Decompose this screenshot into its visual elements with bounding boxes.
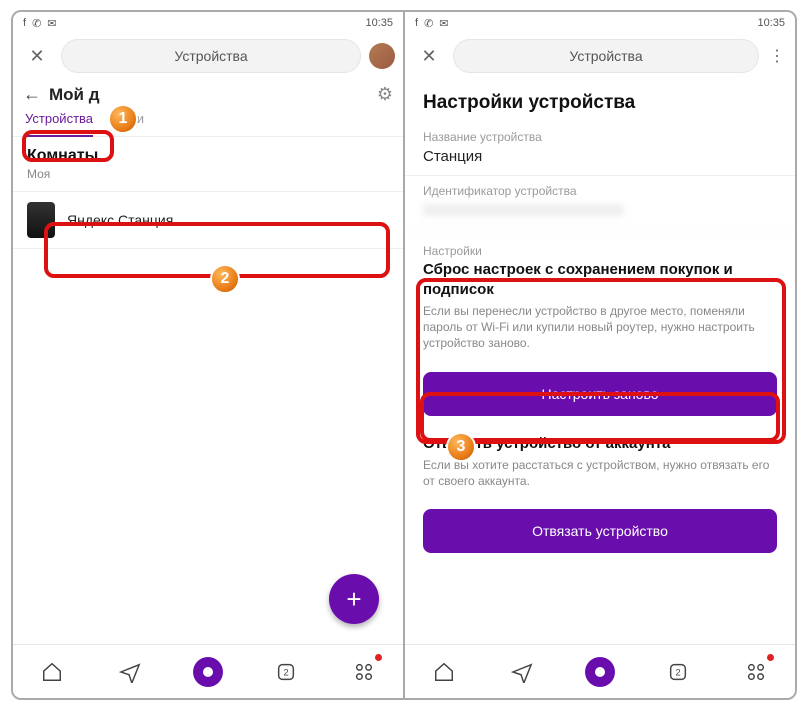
page-header: ← Мой д ⚙ bbox=[13, 78, 403, 111]
nav-alice-icon[interactable] bbox=[193, 657, 223, 687]
configure-again-button[interactable]: Настроить заново bbox=[423, 372, 777, 416]
search-field[interactable]: Устройства bbox=[453, 39, 759, 73]
tab-devices[interactable]: Устройства bbox=[25, 111, 93, 136]
right-screen: f ✆ ✉ 10:35 ✕ Устройства ⋮ Настройки уст… bbox=[405, 12, 795, 698]
reset-title: Сброс настроек с сохранением покупок и п… bbox=[423, 260, 777, 299]
status-bar: f ✆ ✉ 10:35 bbox=[13, 12, 403, 34]
status-bar: f ✆ ✉ 10:35 bbox=[405, 12, 795, 34]
clock: 10:35 bbox=[757, 17, 785, 29]
nav-send-icon[interactable] bbox=[507, 657, 537, 687]
top-bar: ✕ Устройства ⋮ bbox=[405, 34, 795, 78]
close-icon[interactable]: ✕ bbox=[413, 46, 445, 67]
settings-section-label: Настройки bbox=[405, 230, 795, 260]
unlink-section: Отвязать устройство от аккаунта Если вы … bbox=[405, 422, 795, 506]
rooms-heading: Комнаты bbox=[13, 137, 403, 167]
speaker-icon bbox=[27, 202, 55, 238]
nav-tabs-icon[interactable]: 2 bbox=[663, 657, 693, 687]
nav-send-icon[interactable] bbox=[115, 657, 145, 687]
nav-home-icon[interactable] bbox=[429, 657, 459, 687]
gear-icon[interactable]: ⚙ bbox=[377, 84, 393, 105]
add-button[interactable]: + bbox=[329, 574, 379, 624]
search-field[interactable]: Устройства bbox=[61, 39, 361, 73]
facebook-icon: f bbox=[23, 17, 26, 29]
whatsapp-icon: ✆ bbox=[32, 17, 41, 30]
mail-icon: ✉ bbox=[439, 17, 448, 30]
device-label: Яндекс Станция bbox=[67, 212, 173, 228]
device-row-yandex-station[interactable]: Яндекс Станция bbox=[13, 191, 403, 249]
bottom-nav: 2 bbox=[13, 644, 403, 698]
search-title: Устройства bbox=[569, 48, 642, 64]
nav-apps-icon[interactable] bbox=[349, 657, 379, 687]
search-title: Устройства bbox=[174, 48, 247, 64]
avatar[interactable] bbox=[369, 43, 395, 69]
device-id-value: XXXXXXXXXXXXXXXXXXXX bbox=[405, 202, 795, 230]
tabs: Устройства арии bbox=[13, 111, 403, 137]
unlink-description: Если вы хотите расстаться с устройством,… bbox=[423, 457, 777, 489]
device-name-value[interactable]: Станция bbox=[405, 148, 795, 176]
whatsapp-icon: ✆ bbox=[424, 17, 433, 30]
nav-alice-icon[interactable] bbox=[585, 657, 615, 687]
unlink-title: Отвязать устройство от аккаунта bbox=[423, 434, 777, 454]
close-icon[interactable]: ✕ bbox=[21, 46, 53, 67]
top-bar: ✕ Устройства bbox=[13, 34, 403, 78]
svg-text:2: 2 bbox=[675, 667, 680, 677]
back-arrow-icon[interactable]: ← bbox=[23, 84, 41, 105]
settings-heading: Настройки устройства bbox=[405, 78, 795, 122]
rooms-subtext: Моя bbox=[13, 167, 403, 191]
left-screen: f ✆ ✉ 10:35 ✕ Устройства ← Мой д ⚙ Устро… bbox=[13, 12, 405, 698]
screenshot-container: f ✆ ✉ 10:35 ✕ Устройства ← Мой д ⚙ Устро… bbox=[11, 10, 797, 700]
device-id-label: Идентификатор устройства bbox=[405, 176, 795, 202]
bottom-nav: 2 bbox=[405, 644, 795, 698]
more-icon[interactable]: ⋮ bbox=[767, 46, 787, 66]
svg-text:2: 2 bbox=[283, 667, 288, 677]
reset-section: Сброс настроек с сохранением покупок и п… bbox=[405, 260, 795, 368]
clock: 10:35 bbox=[365, 17, 393, 29]
page-title: Мой д bbox=[49, 85, 100, 105]
nav-tabs-icon[interactable]: 2 bbox=[271, 657, 301, 687]
unlink-device-button[interactable]: Отвязать устройство bbox=[423, 509, 777, 553]
nav-apps-icon[interactable] bbox=[741, 657, 771, 687]
reset-description: Если вы перенесли устройство в другое ме… bbox=[423, 303, 777, 352]
mail-icon: ✉ bbox=[47, 17, 56, 30]
device-name-label: Название устройства bbox=[405, 122, 795, 148]
tab-scenarios[interactable]: арии bbox=[115, 111, 144, 136]
facebook-icon: f bbox=[415, 17, 418, 29]
nav-home-icon[interactable] bbox=[37, 657, 67, 687]
